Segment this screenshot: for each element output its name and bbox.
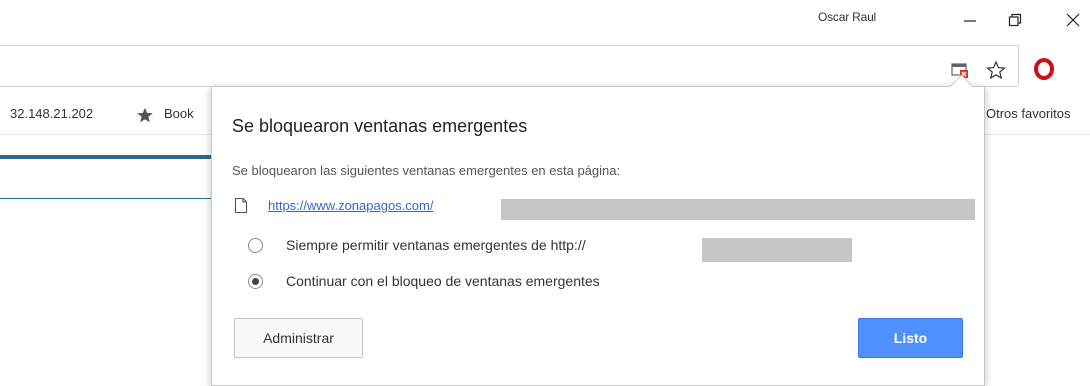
close-button[interactable] [1058, 6, 1088, 34]
manage-button[interactable]: Administrar [234, 318, 363, 358]
bookmark-star-icon[interactable] [985, 60, 1007, 80]
minimize-icon [964, 20, 976, 22]
window-titlebar: Oscar Raul [0, 0, 1090, 42]
redacted-url-block [501, 199, 975, 220]
popup-blocked-bubble: Se bloquearon ventanas emergentes Se blo… [211, 86, 985, 386]
page-file-icon [234, 197, 248, 214]
close-icon [1066, 13, 1080, 27]
address-bar[interactable] [0, 45, 1019, 87]
opera-icon[interactable] [1033, 58, 1055, 80]
option-label: Continuar con el bloqueo de ventanas eme… [286, 273, 600, 289]
bookmark-folder-star-icon [136, 106, 154, 124]
redacted-site-block [702, 238, 852, 262]
minimize-button[interactable] [955, 6, 985, 34]
done-button[interactable]: Listo [858, 318, 963, 358]
option-label: Siempre permitir ventanas emergentes de … [286, 237, 586, 253]
bookmark-item-bookmarks[interactable]: Book [164, 106, 194, 121]
blocked-popup-link[interactable]: https://www.zonapagos.com/ [268, 198, 433, 213]
restore-button[interactable] [1000, 6, 1030, 34]
bookmark-item-ip[interactable]: 32.148.21.202 [10, 106, 93, 121]
bubble-title: Se bloquearon ventanas emergentes [232, 116, 528, 136]
option-always-allow[interactable]: Siempre permitir ventanas emergentes de … [248, 235, 586, 255]
restore-icon [1008, 13, 1022, 27]
radio-keep-blocking[interactable] [248, 273, 263, 289]
profile-name-button[interactable]: Oscar Raul [818, 10, 876, 24]
bubble-description: Se bloquearon las siguientes ventanas em… [232, 163, 621, 178]
radio-always-allow[interactable] [248, 237, 263, 253]
other-bookmarks-folder[interactable]: Otros favoritos [986, 106, 1071, 121]
option-keep-blocking[interactable]: Continuar con el bloqueo de ventanas eme… [248, 271, 600, 291]
